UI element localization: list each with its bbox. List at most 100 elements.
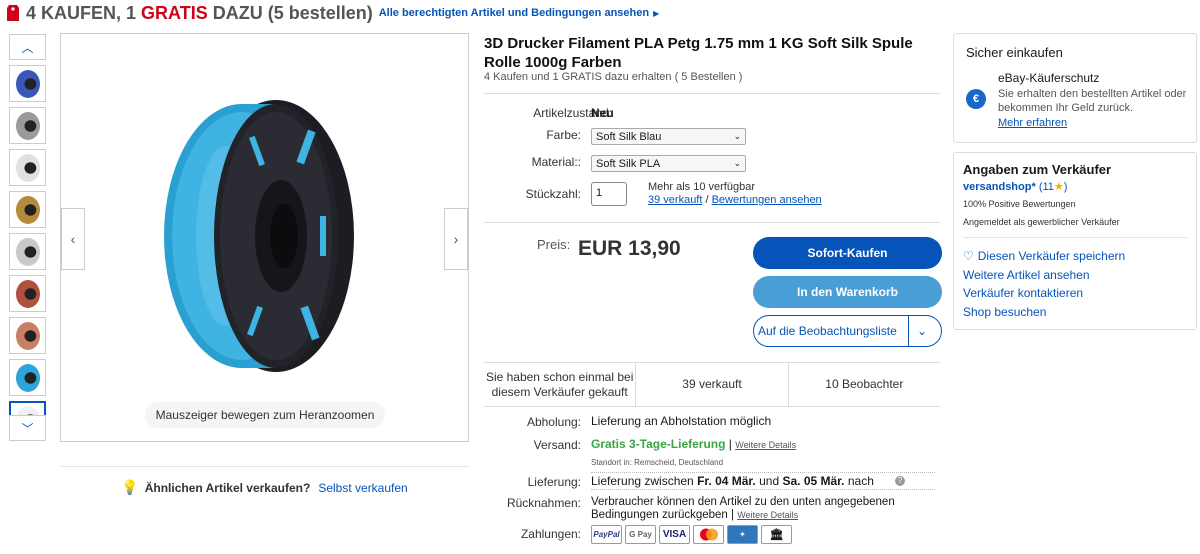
price-tag-icon <box>7 5 19 21</box>
add-to-watchlist-button[interactable]: Auf die Beobachtungsliste ⌄ <box>753 315 942 347</box>
thumbnail-image[interactable] <box>9 233 46 270</box>
visa-icon: VISA <box>659 525 690 544</box>
chevron-right-icon: ▶ <box>653 9 660 18</box>
chevron-down-icon: ⌄ <box>733 131 741 141</box>
amex-icon: ✦ <box>727 525 758 544</box>
price-value: EUR 13,90 <box>578 237 681 260</box>
google-pay-icon: G Pay <box>625 525 656 544</box>
sell-similar-bar: 💡 Ähnlichen Artikel verkaufen? Selbst ve… <box>60 466 469 496</box>
spool-thumbnail-icon <box>15 237 40 266</box>
payments-label: Zahlungen: <box>520 527 581 541</box>
sell-yourself-link[interactable]: Selbst verkaufen <box>318 481 407 495</box>
condition-value: Neu <box>591 106 614 120</box>
thumbnail-image[interactable] <box>9 191 46 228</box>
contact-seller-link[interactable]: Verkäufer kontaktieren <box>963 286 1083 300</box>
shipping-label: Versand: <box>533 438 581 452</box>
seller-name-link[interactable]: versandshop* <box>963 181 1036 193</box>
shield-euro-icon: € <box>966 89 986 109</box>
sold-count-link[interactable]: 39 verkauft <box>648 194 702 206</box>
promo-banner: 4 KAUFEN, 1 GRATIS DAZU (5 bestellen) Al… <box>6 2 659 24</box>
item-location: Standort in: Remscheid, Deutschland <box>591 458 724 467</box>
buyer-protection-title: eBay-Käuferschutz <box>998 71 1100 85</box>
chevron-down-icon[interactable]: ⌄ <box>917 324 927 338</box>
divider <box>484 93 940 94</box>
material-select[interactable]: Soft Silk PLA ⌄ <box>591 155 746 172</box>
shipping-details-link[interactable]: Weitere Details <box>735 440 796 450</box>
thumbnail-image[interactable] <box>9 107 46 144</box>
thumbnail-scroll-down-button[interactable]: ﹀ <box>9 415 46 441</box>
color-select[interactable]: Soft Silk Blau ⌄ <box>591 128 746 145</box>
price-label: Preis: <box>537 237 571 252</box>
reviews-link[interactable]: Bewertungen ansehen <box>712 194 822 206</box>
sold-count: 39 verkauft <box>636 363 789 406</box>
more-items-link[interactable]: Weitere Artikel ansehen <box>963 268 1090 282</box>
thumbnail-image[interactable] <box>9 317 46 354</box>
returns-details-link[interactable]: Weitere Details <box>737 510 798 520</box>
thumbnail-image[interactable] <box>9 65 46 102</box>
spool-thumbnail-icon <box>15 279 40 308</box>
filament-spool-image <box>164 100 354 372</box>
spool-thumbnail-icon <box>15 69 40 98</box>
thumbnail-image[interactable] <box>9 359 46 396</box>
spool-thumbnail-icon <box>15 195 40 224</box>
zoom-hint: Mauszeiger bewegen zum Heranzoomen <box>145 402 385 428</box>
previous-image-button[interactable]: ‹ <box>61 208 85 270</box>
shipping-value: Gratis 3-Tage-Lieferung | Weitere Detail… <box>591 437 797 451</box>
chevron-down-icon: ﹀ <box>21 421 34 436</box>
next-image-button[interactable]: › <box>444 208 468 270</box>
availability: Mehr als 10 verfügbar 39 verkauft / Bewe… <box>648 181 822 206</box>
bank-icon: 🏛 <box>761 525 792 544</box>
info-icon[interactable]: ? <box>895 476 905 486</box>
seller-name: versandshop* (11★) <box>963 181 1068 193</box>
heart-icon: ♡ <box>963 249 974 263</box>
spool-thumbnail-icon <box>15 111 40 140</box>
seller-info-title: Angaben zum Verkäufer <box>963 162 1112 177</box>
seller-info-box: Angaben zum Verkäufer versandshop* (11★)… <box>953 152 1197 330</box>
color-label: Farbe: <box>546 128 581 142</box>
buyer-protection-text: Sie erhalten den bestellten Artikel oder… <box>998 88 1187 114</box>
quantity-label: Stückzahl: <box>525 187 581 201</box>
chevron-down-icon: ⌄ <box>733 158 741 168</box>
secure-shopping-title: Sicher einkaufen <box>966 45 1063 60</box>
lightbulb-icon: 💡 <box>121 479 139 495</box>
thumbnail-image[interactable] <box>9 149 46 186</box>
previous-purchase-note: Sie haben schon einmal bei diesem Verkäu… <box>484 363 637 406</box>
thumbnail-strip: ︿ ﹀ <box>9 34 46 442</box>
buy-now-button[interactable]: Sofort-Kaufen <box>753 237 942 269</box>
star-icon: ★ <box>1053 181 1064 193</box>
quantity-input[interactable]: 1 <box>591 182 627 206</box>
promo-terms-link[interactable]: Alle berechtigten Artikel und Bedingunge… <box>379 7 660 19</box>
sell-similar-question: Ähnlichen Artikel verkaufen? <box>144 480 311 495</box>
positive-feedback: 100% Positive Bewertungen <box>963 199 1076 209</box>
thumbnail-image[interactable] <box>9 275 46 312</box>
main-product-image[interactable]: ‹ › Mauszeiger bewegen zum Heranzoomen <box>60 33 469 442</box>
spool-thumbnail-icon <box>15 363 40 392</box>
spool-thumbnail-icon <box>15 321 40 350</box>
delivery-label: Lieferung: <box>527 475 581 489</box>
visit-shop-link[interactable]: Shop besuchen <box>963 305 1046 319</box>
returns-value: Verbraucher können den Artikel zu den un… <box>591 496 895 521</box>
add-to-cart-button[interactable]: In den Warenkorb <box>753 276 942 308</box>
feedback-score[interactable]: (11 <box>1039 181 1054 193</box>
mastercard-icon <box>693 525 724 544</box>
divider <box>484 222 940 223</box>
product-subtitle: 4 Kaufen und 1 GRATIS dazu erhalten ( 5 … <box>484 71 743 83</box>
thumbnail-scroll-up-button[interactable]: ︿ <box>9 34 46 60</box>
spool-thumbnail-icon <box>15 153 40 182</box>
chevron-up-icon: ︿ <box>21 40 34 55</box>
chevron-right-icon: › <box>453 231 459 247</box>
secure-shopping-box: Sicher einkaufen € eBay-Käuferschutz Sie… <box>953 33 1197 143</box>
learn-more-link[interactable]: Mehr erfahren <box>998 117 1067 129</box>
save-seller-link[interactable]: ♡ Diesen Verkäufer speichern <box>963 249 1125 263</box>
pickup-value: Lieferung an Abholstation möglich <box>591 414 772 428</box>
chevron-left-icon: ‹ <box>70 231 76 247</box>
stats-bar: Sie haben schon einmal bei diesem Verkäu… <box>484 362 940 407</box>
product-title: 3D Drucker Filament PLA Petg 1.75 mm 1 K… <box>484 35 913 71</box>
business-seller-note: Angemeldet als gewerblicher Verkäufer <box>963 217 1120 227</box>
returns-label: Rücknahmen: <box>506 496 581 510</box>
pickup-label: Abholung: <box>526 415 581 429</box>
watchers-count: 10 Beobachter <box>788 363 940 406</box>
payment-methods: PayPal G Pay VISA ✦ 🏛 <box>591 525 792 544</box>
paypal-icon: PayPal <box>591 525 622 544</box>
delivery-value: Lieferung zwischen Fr. 04 Mär. und Sa. 0… <box>591 474 874 488</box>
